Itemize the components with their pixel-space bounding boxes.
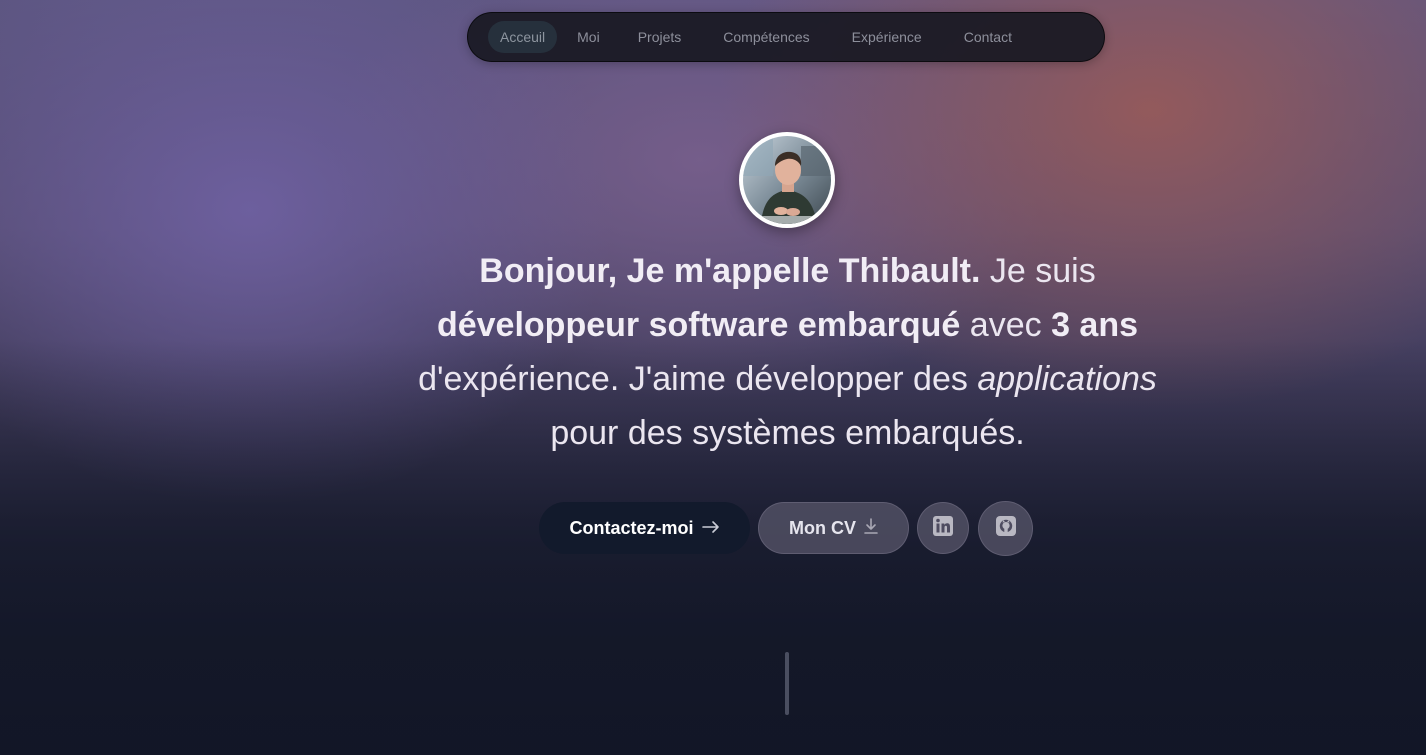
headline-text-3: d'expérience. J'aime développer des xyxy=(418,360,978,398)
nav-item-moi[interactable]: Moi xyxy=(565,21,612,53)
contact-button[interactable]: Contactez-moi xyxy=(539,502,750,554)
profile-photo xyxy=(743,136,831,224)
nav-item-competences[interactable]: Compétences xyxy=(711,21,821,53)
contact-button-label: Contactez-moi xyxy=(569,517,694,538)
headline-years: 3 ans xyxy=(1051,306,1139,344)
github-button[interactable] xyxy=(978,500,1033,556)
scroll-indicator xyxy=(785,652,789,715)
nav-item-projets[interactable]: Projets xyxy=(626,21,694,53)
arrow-right-icon xyxy=(701,518,720,539)
headline-job-title: développeur software embarqué xyxy=(436,306,961,344)
github-icon xyxy=(995,515,1016,541)
headline-applications: applications xyxy=(977,360,1157,398)
linkedin-button[interactable] xyxy=(917,502,969,554)
cv-button-label: Mon CV xyxy=(789,517,856,538)
hero-headline: Bonjour, Je m'appelle Thibault. Je suis … xyxy=(400,244,1175,460)
headline-text-1: Je suis xyxy=(980,252,1096,290)
download-icon xyxy=(864,517,878,539)
headline-text-4: pour des systèmes embarqués. xyxy=(550,414,1025,452)
nav-item-contact[interactable]: Contact xyxy=(952,21,1024,53)
top-navigation: Acceuil Moi Projets Compétences Expérien… xyxy=(467,12,1105,62)
headline-text-2: avec xyxy=(960,306,1052,344)
headline-greeting: Bonjour, Je m'appelle Thibault. xyxy=(479,252,981,290)
nav-item-acceuil[interactable]: Acceuil xyxy=(488,21,558,53)
avatar xyxy=(739,132,835,228)
linkedin-icon xyxy=(933,515,953,541)
nav-item-experience[interactable]: Expérience xyxy=(840,21,934,53)
cv-download-button[interactable]: Mon CV xyxy=(758,502,909,554)
hero-actions: Contactez-moi Mon CV xyxy=(539,500,1033,556)
